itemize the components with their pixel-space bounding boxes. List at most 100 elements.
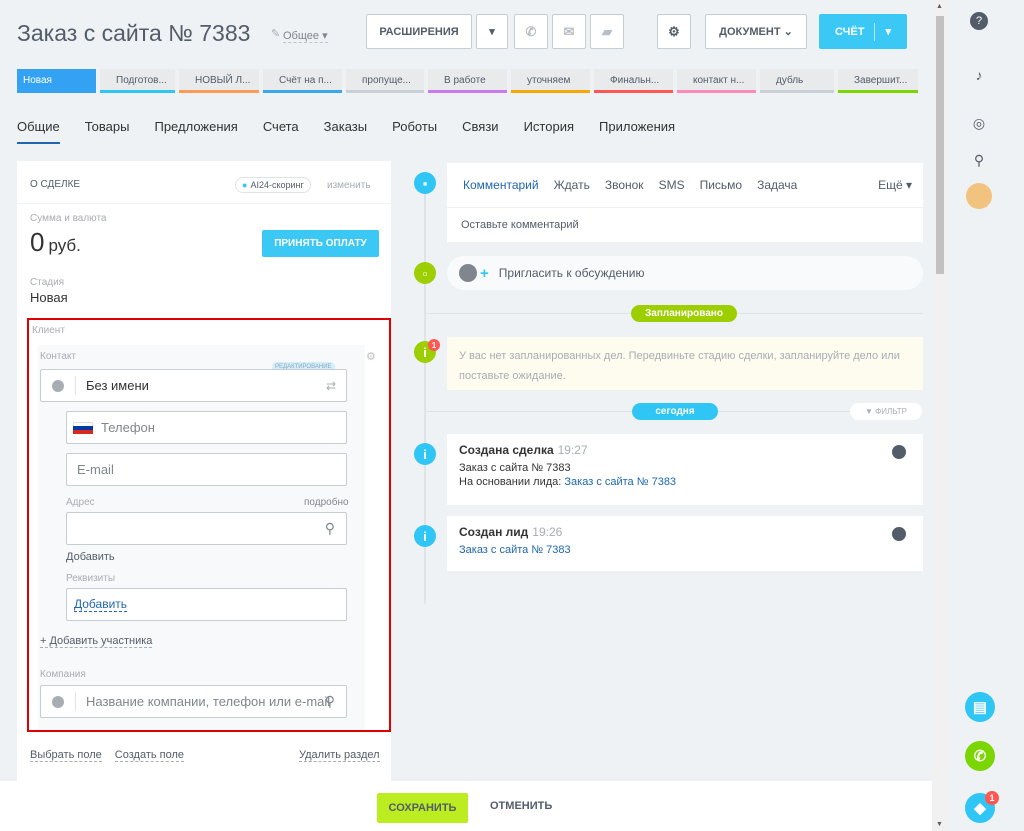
tab-item[interactable]: Товары [85,110,130,144]
email-button[interactable]: ✉ [552,14,586,49]
editor-tab[interactable]: Комментарий [463,178,539,192]
stage-item[interactable]: Подготов... [100,69,175,93]
stage-label: уточняем [527,75,571,86]
stage-color-bar [100,90,175,93]
editor-tab[interactable]: Ждать [554,178,590,192]
lead-link[interactable]: Заказ с сайта № 7383 [459,543,911,557]
chat-button[interactable]: ▰ [590,14,624,49]
tab-item[interactable]: Роботы [392,110,437,144]
scroll-up-arrow[interactable]: ▲ [936,3,943,10]
event-line: Заказ с сайта № 7383 [459,462,571,474]
bell-icon[interactable]: ♪ [968,64,990,86]
document-icon[interactable]: ▤ [965,692,995,722]
tab-item[interactable]: Связи [462,110,498,144]
company-icon [52,695,64,708]
phone-field[interactable]: Телефон [66,411,347,444]
page-title: Заказ с сайта № 7383 [17,20,251,46]
stage-color-bar [263,90,342,93]
stage-label: Счёт на п... [279,75,332,86]
plus-icon: + [480,264,489,282]
russia-flag-icon[interactable] [73,421,93,434]
author-avatar[interactable] [892,445,906,459]
divider [75,376,76,395]
stage-item[interactable]: НОВЫЙ Л... [179,69,259,93]
add-member-link[interactable]: + Добавить участника [40,635,153,648]
gear-icon: ⚙ [668,23,680,39]
stage-item[interactable]: В работе [428,69,507,93]
tab-item[interactable]: Заказы [324,110,367,144]
stage-item[interactable]: Новая [17,69,96,93]
stage-item[interactable]: пропуще... [346,69,424,93]
editor-more-button[interactable]: Ещё ▾ [878,178,912,192]
add-requisites-link[interactable]: Добавить [74,597,128,612]
email-field[interactable]: E-mail [66,453,347,486]
user-avatar[interactable] [966,183,992,209]
stage-label: В работе [444,75,486,86]
tab-item[interactable]: Приложения [599,110,675,144]
change-link[interactable]: изменить [327,180,371,191]
title-row: Заказ с сайта № 7383 ✎ Общее ▾ РАСШИРЕНИ… [17,14,932,54]
contact-name-field[interactable]: Без имени ⇄ [40,369,347,402]
stage-item[interactable]: уточняем [511,69,590,93]
company-search-field[interactable]: Название компании, телефон или e-mail ⚲ [40,685,347,718]
editor-tab[interactable]: Задача [757,178,797,192]
contact-label: Контакт [40,351,77,362]
address-details-link[interactable]: подробно [304,497,349,508]
tab-item[interactable]: Предложения [154,110,237,144]
stage-color-bar [511,90,590,93]
stage-item[interactable]: Завершит... [838,69,918,93]
stage-value[interactable]: Новая [30,290,68,305]
editor-tab[interactable]: Звонок [605,178,644,192]
section-title: О СДЕЛКЕ [30,179,81,190]
lead-link[interactable]: Заказ с сайта № 7383 [564,476,676,488]
filter-button[interactable]: ▼ ФИЛЬТР [850,403,922,420]
timeline-event: Создан лид 19:26 Заказ с сайта № 7383 [447,516,923,571]
invite-to-discussion[interactable]: + Пригласить к обсуждению [447,256,923,290]
stage-label: Подготов... [116,75,167,86]
help-icon[interactable]: ? [970,12,988,30]
tab-item[interactable]: Счета [263,110,299,144]
swap-icon[interactable]: ⇄ [326,379,336,393]
bill-button[interactable]: СЧЁТ ▾ [819,14,907,49]
call-button[interactable]: ✆ [514,14,548,49]
stage-item[interactable]: Счёт на п... [263,69,342,93]
author-avatar[interactable] [892,527,906,541]
scroll-thumb[interactable] [936,16,944,274]
delete-section-link[interactable]: Удалить раздел [299,749,380,762]
deal-info-card: О СДЕЛКЕ ● AI24-скоринг изменить Сумма и … [17,161,391,781]
stage-item[interactable]: Финальн... [594,69,673,93]
comment-input[interactable]: Оставьте комментарий [461,219,579,231]
chat-bubble-icon[interactable]: ◎ [968,112,990,134]
extensions-button[interactable]: РАСШИРЕНИЯ [366,14,472,49]
save-button[interactable]: СОХРАНИТЬ [377,793,468,823]
tab-item[interactable]: История [524,110,574,144]
comment-icon: ▪ [414,172,436,194]
extensions-dropdown-button[interactable]: ▾ [476,14,508,49]
page-scrollbar[interactable]: ▲ ▼ [932,0,948,831]
select-field-link[interactable]: Выбрать поле [30,749,102,762]
stage-color-bar [594,90,673,93]
search-icon[interactable]: ⚲ [968,149,990,171]
scroll-down-arrow[interactable]: ▼ [936,821,943,828]
chevron-down-icon: ⌄ [783,26,793,38]
stage-item[interactable]: контакт н... [677,69,756,93]
address-field[interactable]: ⚲ [66,512,347,545]
add-address-link[interactable]: Добавить [66,551,115,563]
create-field-link[interactable]: Создать поле [114,749,185,762]
accept-payment-button[interactable]: ПРИНЯТЬ ОПЛАТУ [262,230,379,257]
document-button[interactable]: ДОКУМЕНТ ⌄ [705,14,807,49]
person-icon [52,379,64,392]
phone-icon[interactable]: ✆ [965,741,995,771]
ai-scoring-badge[interactable]: ● AI24-скоринг [235,177,311,193]
tab-item[interactable]: Общие [17,110,60,144]
client-settings-icon[interactable]: ⚙ [366,350,376,363]
settings-button[interactable]: ⚙ [657,14,691,49]
stage-color-bar [838,90,918,93]
editor-tab[interactable]: SMS [659,178,685,192]
category-selector[interactable]: Общее ▾ [283,29,328,43]
stage-item[interactable]: дубль [760,69,834,93]
editor-tab[interactable]: Письмо [700,178,743,192]
stage-label: Финальн... [610,75,660,86]
cancel-button[interactable]: ОТМЕНИТЬ [490,800,552,812]
edit-title-icon[interactable]: ✎ [271,27,280,40]
